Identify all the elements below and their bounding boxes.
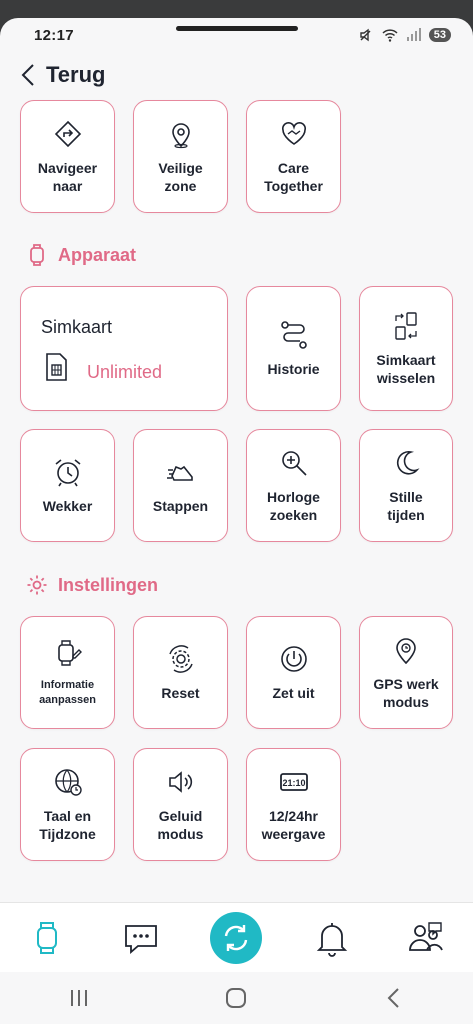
magnifier-icon [281, 450, 307, 476]
reset-gear-icon [168, 644, 193, 673]
tile-label: Simkaart wisselen [376, 351, 436, 386]
chat-bubble-icon [124, 924, 157, 954]
tile-label: Zet uit [272, 684, 315, 701]
battery-badge: 53 [428, 28, 451, 42]
bottom-navigation [0, 902, 473, 972]
nav-watch[interactable] [23, 914, 71, 962]
gear-icon [27, 575, 47, 595]
tile-label: 12/24hr weergave [261, 807, 326, 842]
gps-pin-icon [396, 637, 416, 664]
tile-label: Geluid modus [157, 807, 204, 842]
tile-safe-zone[interactable]: Veilige zone [133, 100, 228, 213]
tile-history[interactable]: Historie [246, 286, 341, 411]
location-pin-icon [171, 122, 190, 148]
sim-card-icon [46, 353, 67, 381]
handshake-heart-icon [281, 121, 306, 145]
recent-apps-icon[interactable] [67, 986, 91, 1010]
tile-edit-info[interactable]: Informatie aanpassen [20, 616, 115, 729]
tile-power-off[interactable]: Zet uit [246, 616, 341, 729]
tile-language-timezone[interactable]: Taal en Tijdzone [20, 748, 115, 861]
nav-sync[interactable] [210, 911, 263, 964]
wifi-icon [382, 29, 398, 42]
clock-badge-text: 21:10 [282, 778, 305, 788]
sim-title: Simkaart [41, 317, 113, 337]
tile-care-together[interactable]: Care Together [246, 100, 341, 213]
navigate-icon [54, 120, 81, 147]
section-title: Apparaat [58, 244, 137, 265]
tile-quiet-times[interactable]: Stille tijden [359, 429, 453, 542]
watch-icon [30, 244, 44, 266]
shoe-steps-icon [166, 465, 193, 481]
tile-label: Taal en Tijdzone [39, 807, 96, 842]
tile-label: GPS werk modus [373, 675, 439, 710]
section-title: Instellingen [58, 574, 159, 595]
tile-reset[interactable]: Reset [133, 616, 228, 729]
people-icon [409, 921, 443, 951]
tile-label: Care Together [264, 159, 323, 194]
back-label: Terug [46, 62, 106, 87]
tile-label: Horloge zoeken [267, 488, 320, 523]
watch-edit-icon [57, 639, 82, 666]
nav-contacts[interactable] [402, 914, 450, 962]
chevron-left-icon [21, 64, 34, 86]
mute-icon [360, 28, 371, 42]
tile-label: Navigeer naar [37, 159, 98, 194]
back-button[interactable]: Terug [20, 58, 105, 92]
tile-label: Veilige zone [158, 159, 203, 194]
speaker-icon [168, 770, 192, 793]
signal-icon [406, 28, 421, 41]
section-device: Apparaat [26, 244, 136, 266]
tile-label: Historie [267, 360, 320, 377]
status-icons: 53 [358, 27, 451, 43]
tile-label: Stille tijden [387, 488, 425, 523]
moon-icon [396, 450, 420, 474]
tile-gps-mode[interactable]: GPS werk modus [359, 616, 453, 729]
watch-icon [36, 921, 57, 954]
nav-chat[interactable] [117, 914, 165, 962]
sim-plan-row: Unlimited [41, 352, 162, 392]
tile-label: Reset [161, 684, 200, 701]
sim-swap-icon [395, 311, 417, 340]
home-icon[interactable] [224, 986, 248, 1010]
tile-sound-mode[interactable]: Geluid modus [133, 748, 228, 861]
screen: 12:17 53 Terug Navigeer naar Veilige zon… [0, 0, 473, 1024]
tile-time-format[interactable]: 21:10 12/24hr weergave [246, 748, 341, 861]
system-back-icon[interactable] [382, 986, 406, 1010]
tile-navigate[interactable]: Navigeer naar [20, 100, 115, 213]
route-history-icon [280, 320, 307, 349]
section-settings: Instellingen [26, 574, 158, 596]
bell-icon [317, 922, 348, 957]
system-navigation [0, 972, 473, 1024]
tile-label: Informatie aanpassen [39, 678, 96, 706]
sim-card-tile[interactable]: Simkaart Unlimited [20, 286, 228, 411]
sim-plan: Unlimited [87, 361, 163, 382]
app-sheet: 12:17 53 Terug Navigeer naar Veilige zon… [0, 18, 473, 1024]
tile-label: Stappen [152, 497, 209, 514]
tile-steps[interactable]: Stappen [133, 429, 228, 542]
clock-format-icon: 21:10 [279, 772, 308, 791]
nav-notifications[interactable] [308, 914, 356, 962]
tile-find-watch[interactable]: Horloge zoeken [246, 429, 341, 542]
status-time: 12:17 [34, 26, 74, 44]
tile-sim-swap[interactable]: Simkaart wisselen [359, 286, 453, 411]
alarm-clock-icon [55, 458, 80, 486]
sync-icon [225, 924, 248, 951]
tile-alarm[interactable]: Wekker [20, 429, 115, 542]
drag-handle [176, 26, 298, 31]
power-icon [280, 645, 307, 672]
status-bar: 12:17 53 [0, 18, 473, 52]
globe-clock-icon [54, 768, 82, 796]
tile-label: Wekker [42, 497, 93, 514]
